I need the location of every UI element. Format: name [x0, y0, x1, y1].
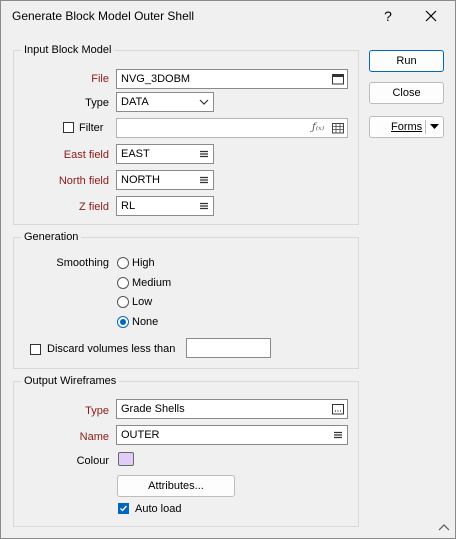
output-type-field[interactable]: Grade Shells — [116, 399, 348, 419]
generation-legend: Generation — [21, 231, 82, 243]
help-button[interactable]: ? — [377, 5, 399, 27]
north-field-value: NORTH — [121, 174, 160, 186]
discard-volumes-input[interactable] — [186, 338, 271, 358]
smoothing-radio-low[interactable] — [117, 296, 129, 308]
auto-load-checkbox[interactable] — [118, 503, 129, 514]
dialog-window: Generate Block Model Outer Shell ? Run C… — [0, 0, 456, 539]
close-button[interactable]: Close — [369, 82, 444, 104]
file-value: NVG_3DOBM — [121, 73, 191, 85]
forms-label: Forms — [391, 121, 423, 133]
list-icon[interactable] — [198, 174, 210, 186]
east-field-value: EAST — [121, 148, 150, 160]
output-name-label: Name — [79, 431, 109, 443]
discard-volumes-checkbox[interactable] — [30, 344, 41, 355]
type-select[interactable]: DATA — [116, 92, 214, 112]
north-field-label: North field — [58, 175, 109, 187]
type-label: Type — [85, 97, 109, 109]
close-icon — [425, 10, 437, 22]
colour-swatch[interactable] — [118, 452, 134, 466]
output-type-value: Grade Shells — [121, 403, 185, 415]
filter-checkbox[interactable] — [63, 122, 74, 133]
smoothing-radio-none[interactable] — [117, 316, 129, 328]
filter-label: Filter — [79, 122, 104, 134]
z-field-value: RL — [121, 200, 136, 212]
discard-volumes-label: Discard volumes less than — [47, 343, 176, 355]
z-field-input[interactable]: RL — [116, 196, 214, 216]
output-name-field[interactable]: OUTER — [116, 425, 348, 445]
checkmark-icon — [120, 505, 128, 512]
smoothing-radio-medium[interactable] — [117, 277, 129, 289]
output-type-label: Type — [85, 405, 109, 417]
z-field-label: Z field — [79, 201, 109, 213]
file-browse-icon[interactable] — [332, 73, 344, 85]
output-wireframes-legend: Output Wireframes — [21, 375, 120, 387]
smoothing-option-high: High — [132, 257, 155, 269]
file-field[interactable]: NVG_3DOBM — [116, 69, 348, 89]
east-field-label: East field — [63, 149, 109, 161]
east-field-input[interactable]: EAST — [116, 144, 214, 164]
run-button[interactable]: Run — [369, 50, 444, 72]
smoothing-option-low: Low — [132, 296, 153, 308]
chevron-down-icon — [199, 99, 209, 105]
table-icon[interactable] — [332, 122, 344, 134]
smoothing-radio-high[interactable] — [117, 257, 129, 269]
list-icon[interactable] — [198, 148, 210, 160]
north-field-input[interactable]: NORTH — [116, 170, 214, 190]
list-icon[interactable] — [198, 200, 210, 212]
attributes-button[interactable]: Attributes... — [117, 475, 235, 497]
browse-icon[interactable] — [332, 403, 344, 415]
forms-button[interactable]: Forms — [369, 116, 444, 138]
colour-label: Colour — [76, 455, 109, 467]
dropdown-arrow-icon[interactable] — [430, 124, 439, 130]
smoothing-option-medium: Medium — [132, 277, 172, 289]
filter-field[interactable]: ƒ₍ₓ₎ — [116, 118, 348, 138]
auto-load-label: Auto load — [135, 503, 182, 515]
smoothing-option-none: None — [132, 316, 159, 328]
output-name-value: OUTER — [121, 429, 160, 441]
type-value: DATA — [121, 96, 149, 108]
input-block-model-legend: Input Block Model — [21, 44, 115, 56]
title-bar: Generate Block Model Outer Shell ? — [1, 1, 455, 33]
chevron-up-icon[interactable] — [438, 523, 450, 531]
file-label: File — [91, 73, 109, 85]
function-icon[interactable]: ƒ₍ₓ₎ — [312, 119, 324, 137]
window-title: Generate Block Model Outer Shell — [12, 9, 195, 23]
list-icon[interactable] — [332, 429, 344, 441]
close-window-button[interactable] — [419, 5, 443, 27]
smoothing-label: Smoothing — [56, 257, 109, 269]
forms-divider — [425, 120, 426, 134]
